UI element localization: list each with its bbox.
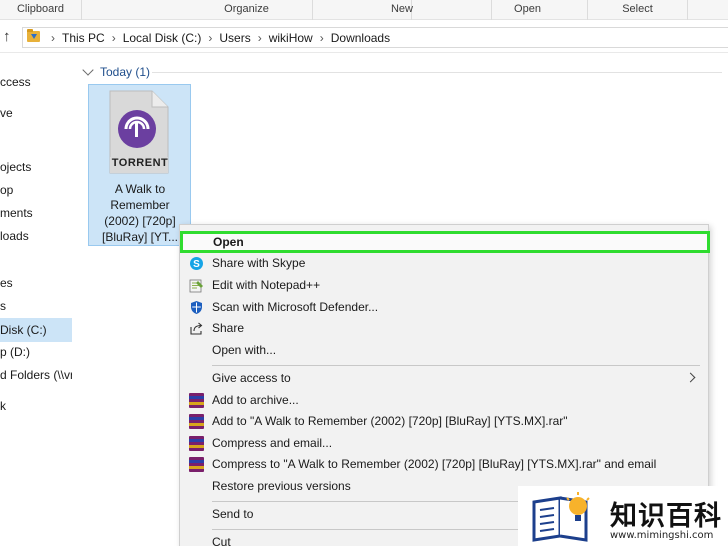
chevron-right-icon[interactable]: › bbox=[208, 31, 212, 45]
ribbon-group-clipboard: Clipboard bbox=[0, 0, 82, 20]
menu-item-share[interactable]: Share bbox=[180, 318, 710, 339]
watermark-url: www.mimingshi.com bbox=[610, 530, 714, 541]
up-arrow-icon[interactable]: ↑ bbox=[3, 28, 17, 46]
torrent-icon-label: TORRENT bbox=[111, 157, 169, 169]
navigation-pane: ccess ve ojects op ments loads es s Disk… bbox=[0, 54, 72, 546]
menu-item-scan-defender[interactable]: Scan with Microsoft Defender... bbox=[180, 297, 710, 318]
winrar-icon bbox=[189, 393, 204, 408]
nav-item-network[interactable]: k bbox=[0, 396, 72, 416]
menu-item-open[interactable]: Open bbox=[180, 231, 710, 253]
ribbon-group-open: Open bbox=[468, 0, 588, 20]
watermark: 知识百科 www.mimingshi.com bbox=[518, 486, 728, 546]
breadcrumb-this-pc[interactable]: This PC bbox=[62, 31, 105, 45]
chevron-right-icon bbox=[685, 372, 696, 383]
menu-item-compress-rar-email[interactable]: Compress to "A Walk to Remember (2002) [… bbox=[180, 454, 710, 475]
winrar-icon bbox=[189, 436, 204, 451]
ribbon-group-labels: Clipboard Organize New Open Select bbox=[0, 0, 728, 20]
breadcrumb-users[interactable]: Users bbox=[219, 31, 250, 45]
menu-item-give-access[interactable]: Give access to bbox=[180, 368, 710, 389]
nav-item-videos[interactable]: s bbox=[0, 296, 72, 316]
chevron-down-icon[interactable] bbox=[82, 64, 94, 76]
nav-item-shared-folders[interactable]: d Folders (\\vn bbox=[0, 365, 72, 385]
breadcrumb-downloads[interactable]: Downloads bbox=[331, 31, 390, 45]
nav-item-backup-drive[interactable]: p (D:) bbox=[0, 342, 72, 362]
nav-item-pictures[interactable]: es bbox=[0, 273, 72, 293]
menu-item-share-skype[interactable]: S Share with Skype bbox=[180, 253, 710, 274]
nav-item-onedrive[interactable]: ve bbox=[0, 103, 72, 123]
chevron-right-icon[interactable]: › bbox=[320, 31, 324, 45]
downloads-folder-icon bbox=[27, 29, 40, 42]
winrar-icon bbox=[189, 414, 204, 429]
watermark-text: 知识百科 bbox=[610, 501, 722, 532]
address-bar-row: ↑ › This PC › Local Disk (C:) › Users › … bbox=[0, 21, 728, 53]
nav-item-3d-objects[interactable]: ojects bbox=[0, 157, 72, 177]
svg-text:S: S bbox=[193, 259, 200, 270]
defender-shield-icon bbox=[191, 301, 202, 314]
ribbon-group-new: New bbox=[312, 0, 492, 20]
nav-item-desktop[interactable]: op bbox=[0, 180, 72, 200]
menu-item-compress-email[interactable]: Compress and email... bbox=[180, 433, 710, 454]
nav-item-downloads[interactable]: loads bbox=[0, 226, 72, 246]
nav-item-documents[interactable]: ments bbox=[0, 203, 72, 223]
breadcrumb-local-disk[interactable]: Local Disk (C:) bbox=[123, 31, 202, 45]
notepad-plus-plus-icon bbox=[189, 279, 203, 293]
menu-item-add-rar[interactable]: Add to "A Walk to Remember (2002) [720p]… bbox=[180, 411, 710, 432]
breadcrumb: › This PC › Local Disk (C:) › Users › wi… bbox=[44, 30, 390, 46]
chevron-right-icon[interactable]: › bbox=[51, 31, 55, 45]
nav-item-local-disk[interactable]: Disk (C:) bbox=[0, 318, 72, 342]
breadcrumb-wikihow[interactable]: wikiHow bbox=[269, 31, 313, 45]
chevron-right-icon[interactable]: › bbox=[258, 31, 262, 45]
skype-icon: S bbox=[190, 257, 203, 270]
chevron-right-icon[interactable]: › bbox=[112, 31, 116, 45]
file-name: A Walk to Remember (2002) [720p] [BluRay… bbox=[101, 182, 179, 244]
menu-item-add-archive[interactable]: Add to archive... bbox=[180, 390, 710, 411]
group-divider bbox=[152, 72, 722, 73]
menu-item-open-with[interactable]: Open with... bbox=[180, 340, 710, 361]
address-field[interactable]: › This PC › Local Disk (C:) › Users › wi… bbox=[22, 27, 728, 48]
torrent-file-item[interactable]: TORRENT A Walk to Remember (2002) [720p]… bbox=[88, 84, 191, 246]
winrar-icon bbox=[189, 457, 204, 472]
group-header-today[interactable]: Today (1) bbox=[82, 64, 150, 80]
menu-item-edit-notepad[interactable]: Edit with Notepad++ bbox=[180, 275, 710, 296]
menu-separator bbox=[212, 365, 700, 366]
book-lightbulb-logo-icon bbox=[532, 492, 590, 542]
ribbon-group-select: Select bbox=[588, 0, 688, 20]
nav-item-quick-access[interactable]: ccess bbox=[0, 72, 72, 92]
share-icon bbox=[190, 322, 203, 335]
